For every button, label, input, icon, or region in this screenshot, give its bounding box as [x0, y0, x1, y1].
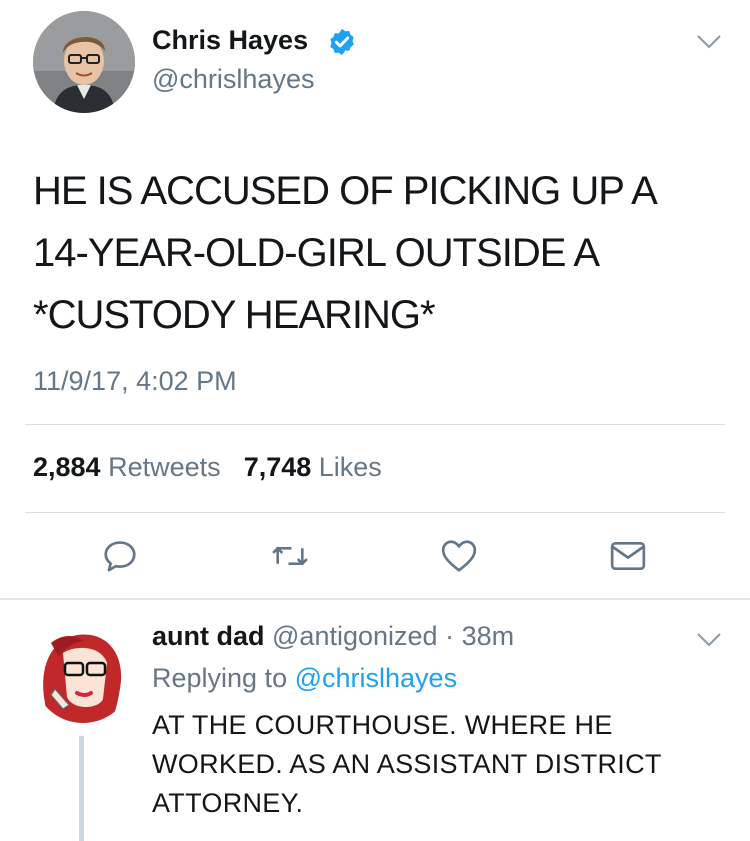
reply-header: aunt dad @antigonized · 38m	[152, 621, 514, 652]
message-icon[interactable]	[608, 536, 648, 576]
author-handle[interactable]: @chrislhayes	[152, 64, 314, 95]
divider	[25, 512, 725, 513]
reply-text-line: ATTORNEY.	[152, 788, 304, 818]
tweet-text-line: HE IS ACCUSED OF PICKING UP A	[33, 169, 658, 213]
replying-label: Replying to	[152, 663, 288, 693]
retweets-count[interactable]: 2,884	[33, 452, 101, 482]
chevron-down-icon[interactable]	[696, 632, 722, 653]
retweets-label[interactable]: Retweets	[108, 452, 221, 482]
reply-time[interactable]: 38m	[462, 621, 515, 651]
retweet-icon[interactable]	[270, 536, 310, 576]
tweet-timestamp[interactable]: 11/9/17, 4:02 PM	[33, 366, 237, 397]
reply-author-handle[interactable]: @antigonized	[272, 621, 438, 651]
divider	[25, 424, 725, 425]
likes-label[interactable]: Likes	[319, 452, 382, 482]
reply-separator: ·	[445, 621, 455, 651]
chevron-down-icon[interactable]	[696, 34, 722, 55]
reply-text-line: AT THE COURTHOUSE. WHERE HE	[152, 710, 613, 740]
reply-icon[interactable]	[100, 536, 140, 576]
engagement-stats: 2,884 Retweets 7,748 Likes	[33, 452, 382, 483]
reply-author-avatar[interactable]	[33, 623, 133, 723]
author-avatar[interactable]	[33, 11, 135, 113]
thread-line	[79, 736, 84, 841]
replying-to: Replying to @chrislhayes	[152, 663, 457, 694]
reply-author-name[interactable]: aunt dad	[152, 621, 265, 651]
like-icon[interactable]	[439, 536, 479, 576]
tweet-text-line: *CUSTODY HEARING*	[33, 293, 436, 337]
section-separator	[0, 598, 750, 600]
replying-to-link[interactable]: @chrislhayes	[295, 663, 457, 693]
tweet-text: HE IS ACCUSED OF PICKING UP A 14-YEAR-OL…	[33, 160, 713, 346]
reply-text-line: WORKED. AS AN ASSISTANT DISTRICT	[152, 749, 662, 779]
verified-badge-icon	[327, 27, 357, 62]
likes-count[interactable]: 7,748	[244, 452, 312, 482]
author-name[interactable]: Chris Hayes	[152, 25, 308, 56]
tweet-text-line: 14-YEAR-OLD-GIRL OUTSIDE A	[33, 231, 600, 275]
reply-text: AT THE COURTHOUSE. WHERE HE WORKED. AS A…	[152, 706, 732, 823]
